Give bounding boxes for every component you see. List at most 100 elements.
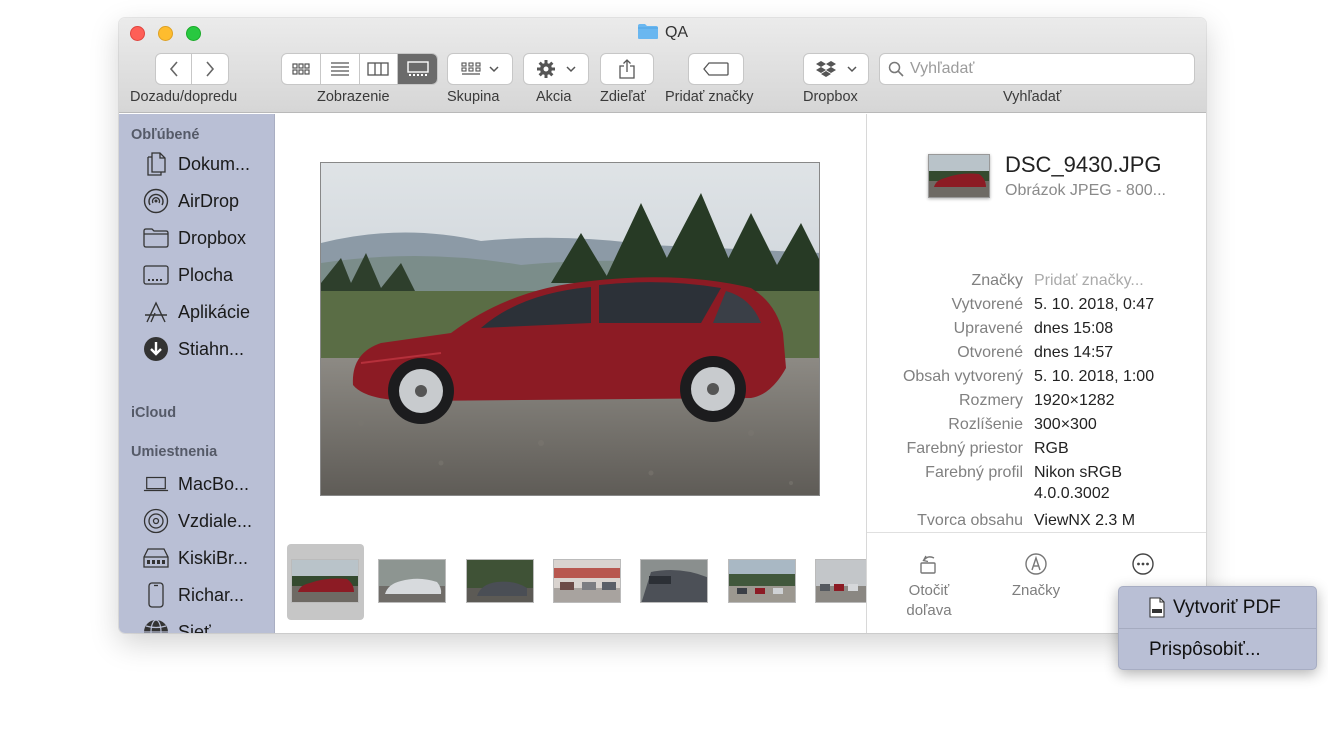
sidebar-item-desktop[interactable]: Plocha (143, 260, 233, 290)
thumbnail-2[interactable] (378, 559, 446, 603)
meta-value: dnes 15:08 (1034, 320, 1114, 337)
pdf-icon (1149, 597, 1165, 618)
sidebar-item-label: Plocha (178, 264, 234, 285)
thumbnail-5[interactable] (640, 559, 708, 603)
view-gallery-button[interactable] (398, 54, 437, 84)
thumbnail-4[interactable] (553, 559, 621, 603)
menu-item-customize[interactable]: Prispôsobiť... (1119, 629, 1316, 671)
more-actions-button[interactable] (1111, 553, 1175, 581)
meta-row-color-space: Farebný priestor RGB (867, 437, 1206, 461)
chevron-right-icon (206, 61, 215, 77)
meta-key: Rozlíšenie (948, 416, 1023, 433)
sidebar-item-richard-iphone[interactable]: Richar... (143, 580, 244, 610)
chevron-down-icon (489, 65, 499, 72)
list-icon (330, 62, 349, 76)
forward-button[interactable] (192, 54, 228, 84)
meta-row-content-creator: Tvorca obsahu ViewNX 2.3 M (867, 509, 1206, 533)
meta-row-content-created: Obsah vytvorený 5. 10. 2018, 1:00 (867, 365, 1206, 389)
dropbox-label: Dropbox (803, 89, 858, 105)
dropbox-icon (816, 61, 836, 77)
thumbnail-1[interactable] (291, 559, 359, 603)
meta-key: Obsah vytvorený (902, 368, 1023, 385)
thumbnail-7[interactable] (815, 559, 866, 603)
search-icon (888, 61, 904, 77)
sidebar-item-applications[interactable]: Aplikácie (143, 297, 250, 327)
file-thumbnail (928, 154, 990, 198)
sidebar-item-network[interactable]: Sieť (143, 617, 211, 633)
sidebar-item-label: Sieť (178, 621, 211, 634)
meta-row-opened: Otvorené dnes 14:57 (867, 341, 1206, 365)
add-tags-field[interactable]: Pridať značky... (1034, 269, 1144, 293)
meta-row-dimensions: Rozmery 1920×1282 (867, 389, 1206, 413)
search-label: Vyhľadať (1003, 89, 1062, 105)
meta-value: ViewNX 2.3 M (1034, 512, 1136, 529)
gallery-preview (276, 114, 866, 633)
desktop-icon (143, 263, 169, 287)
rotate-left-icon (920, 555, 936, 574)
back-forward-control (155, 53, 229, 85)
search-input[interactable] (910, 60, 1180, 78)
finder-window: QA Dozadu/dopredu Zobrazenie Skupina Akc… (119, 18, 1206, 633)
share-button[interactable] (600, 53, 654, 85)
meta-row-tags: Značky Pridať značky... (867, 269, 1206, 293)
sidebar-item-kiski-drive[interactable]: KiskiBr... (143, 543, 248, 573)
metadata-list: Značky Pridať značky... Vytvorené 5. 10.… (867, 269, 1206, 533)
back-button[interactable] (156, 54, 193, 84)
sidebar-item-label: Vzdiale... (178, 510, 253, 531)
meta-row-resolution: Rozlíšenie 300×300 (867, 413, 1206, 437)
meta-row-created: Vytvorené 5. 10. 2018, 0:47 (867, 293, 1206, 317)
markup-label: Značky (1011, 582, 1061, 599)
sidebar-item-macbook[interactable]: MacBo... (143, 469, 249, 499)
menu-item-create-pdf[interactable]: Vytvoriť PDF (1119, 587, 1316, 629)
action-label: Akcia (536, 89, 572, 105)
grid-icon (292, 63, 310, 75)
chevron-left-icon (169, 61, 178, 77)
meta-key: Vytvorené (951, 296, 1023, 313)
view-icons-button[interactable] (282, 54, 321, 84)
group-button[interactable] (447, 53, 513, 85)
chevron-down-icon (847, 65, 857, 72)
more-icon (1132, 553, 1154, 575)
view-columns-button[interactable] (360, 54, 399, 84)
toolbar: QA Dozadu/dopredu Zobrazenie Skupina Akc… (119, 18, 1206, 113)
sidebar-item-documents[interactable]: Dokum... (143, 149, 250, 179)
meta-key: Rozmery (958, 392, 1023, 409)
dropbox-button[interactable] (803, 53, 869, 85)
window-title-text: QA (664, 24, 689, 41)
tag-icon (703, 62, 729, 76)
meta-value: 5. 10. 2018, 1:00 (1034, 368, 1155, 385)
thumbnail-3[interactable] (466, 559, 534, 603)
view-control (281, 53, 438, 85)
action-button[interactable] (523, 53, 589, 85)
sidebar-item-remote-disc[interactable]: Vzdiale... (143, 506, 252, 536)
main-photo[interactable] (320, 162, 820, 496)
view-label: Zobrazenie (317, 89, 390, 105)
search-field[interactable] (879, 53, 1195, 85)
sidebar-item-airdrop[interactable]: AirDrop (143, 186, 239, 216)
meta-value: RGB (1034, 440, 1069, 457)
rotate-label-line1: Otočiť (908, 582, 950, 599)
meta-key: Farebný profil (925, 464, 1023, 481)
thumbnail-6[interactable] (728, 559, 796, 603)
view-list-button[interactable] (321, 54, 360, 84)
sidebar-item-dropbox[interactable]: Dropbox (143, 223, 246, 253)
car-photo-image (321, 163, 819, 495)
window-title: QA (119, 23, 1206, 42)
share-label: Zdieľať (600, 89, 646, 105)
share-icon (619, 59, 635, 79)
document-icon (143, 152, 169, 176)
add-tags-button[interactable] (688, 53, 744, 85)
download-icon (143, 337, 169, 361)
columns-icon (367, 62, 390, 76)
menu-item-label: Vytvoriť PDF (1173, 596, 1281, 618)
network-icon (143, 619, 169, 633)
drive-icon (143, 546, 169, 570)
markup-icon (1025, 553, 1047, 575)
rotate-label-line2: doľava (906, 602, 952, 619)
meta-value: 1920×1282 (1034, 392, 1115, 409)
sidebar-item-downloads[interactable]: Stiahn... (143, 334, 244, 364)
markup-button[interactable]: Značky (1004, 553, 1068, 601)
rotate-left-button[interactable]: Otočiť doľava (897, 553, 961, 621)
more-actions-menu: Vytvoriť PDF Prispôsobiť... (1118, 586, 1317, 670)
meta-value: 5. 10. 2018, 0:47 (1034, 296, 1155, 313)
